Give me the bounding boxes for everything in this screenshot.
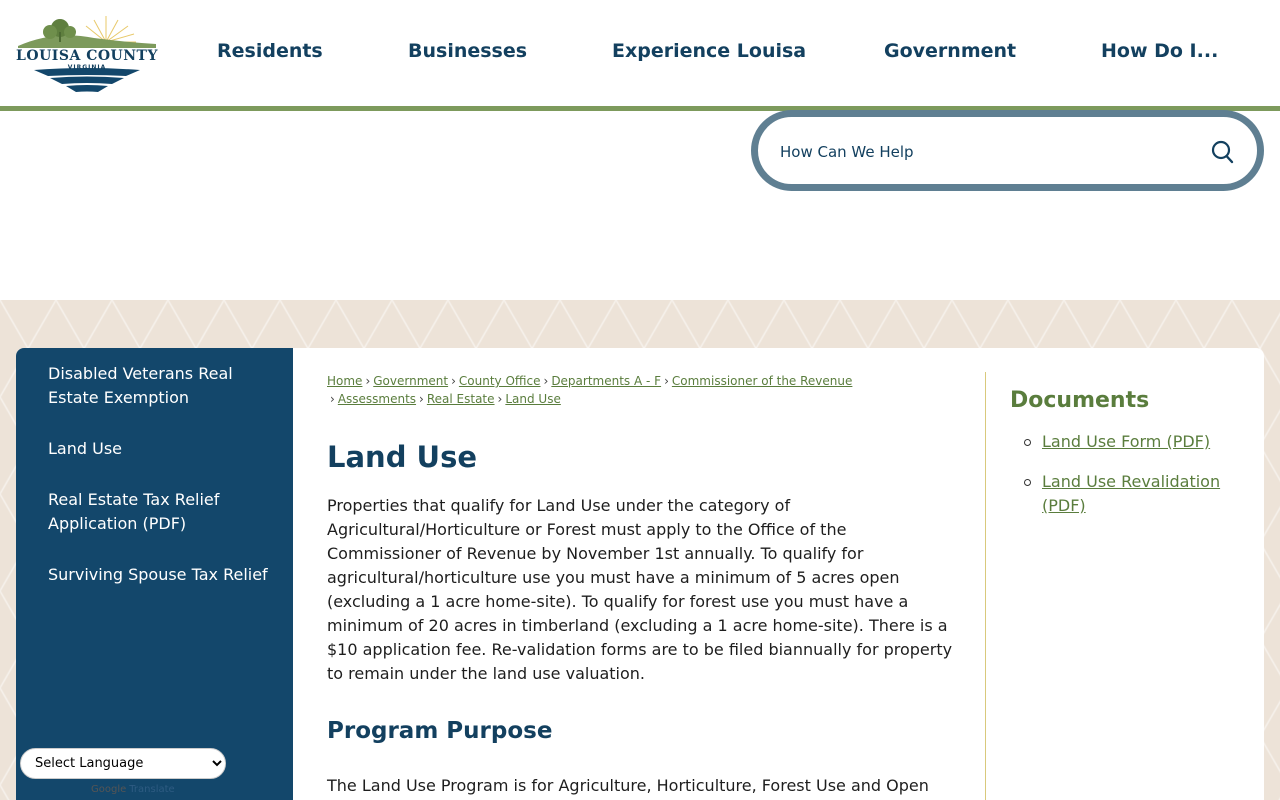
land-use-form-link[interactable]: Land Use Form (PDF) (1042, 432, 1210, 451)
page-title: Land Use (327, 440, 478, 474)
google-label: Google (91, 784, 127, 795)
breadcrumb-county-office[interactable]: County Office (459, 374, 541, 388)
intro-paragraph: Properties that qualify for Land Use und… (327, 496, 953, 683)
breadcrumb: Home › Government › County Office › Department… (327, 372, 947, 390)
breadcrumb-separator: › (497, 392, 503, 406)
nav-experience-louisa[interactable]: Experience Louisa (612, 40, 806, 66)
site-header: LOUISA COUNTY VIRGINIA Residents Busines… (0, 0, 1280, 106)
breadcrumb-separator: › (664, 374, 669, 388)
breadcrumb-separator: › (419, 392, 424, 406)
section-title: Program Purpose (327, 718, 553, 744)
content-card: Disabled Veterans Real Estate Exemption … (16, 348, 1264, 800)
breadcrumb-land-use[interactable]: Land Use (505, 392, 561, 406)
section-paragraph: The Land Use Program is for Agriculture,… (327, 776, 929, 795)
nav-how-do-i[interactable]: How Do I... (1101, 40, 1218, 66)
breadcrumb-separator: › (543, 374, 549, 388)
breadcrumb-real-estate[interactable]: Real Estate (427, 392, 495, 406)
bullet-icon (1024, 479, 1031, 486)
nav-residents[interactable]: Residents (217, 40, 323, 66)
sidebar-item-surviving-spouse[interactable]: Surviving Spouse Tax Relief (48, 563, 268, 587)
breadcrumb-line-2: › Assessments › Real Estate › Land Use (327, 390, 947, 408)
breadcrumb-assessments[interactable]: Assessments (338, 392, 416, 406)
logo-name: LOUISA COUNTY (16, 48, 158, 64)
column-divider (985, 372, 986, 800)
sidebar-item-tax-relief-application[interactable]: Real Estate Tax Relief Application (PDF) (48, 488, 268, 536)
county-logo[interactable]: LOUISA COUNTY VIRGINIA (14, 12, 160, 100)
bullet-icon (1024, 439, 1031, 446)
sidebar-item-disabled-veterans[interactable]: Disabled Veterans Real Estate Exemption (48, 362, 268, 410)
breadcrumb-departments[interactable]: Departments A - F (551, 374, 661, 388)
sidebar-item-land-use[interactable]: Land Use (48, 437, 268, 461)
language-select[interactable]: Select Language (20, 748, 226, 779)
nav-government[interactable]: Government (884, 40, 1016, 66)
sidebar: Disabled Veterans Real Estate Exemption … (16, 348, 293, 800)
breadcrumb-separator: › (330, 392, 335, 406)
translate-link[interactable]: Translate (129, 784, 174, 795)
logo-state: VIRGINIA (67, 64, 107, 71)
breadcrumb-separator: › (451, 374, 456, 388)
search-box (751, 110, 1264, 191)
document-item: Land Use Form (PDF) (1024, 430, 1232, 454)
breadcrumb-home[interactable]: Home (327, 374, 362, 388)
document-item: Land Use Revalidation (PDF) (1024, 470, 1232, 518)
search-icon (1211, 140, 1234, 164)
documents-title: Documents (1010, 388, 1150, 413)
search-input[interactable] (780, 141, 1180, 163)
breadcrumb-separator: › (365, 374, 371, 388)
land-use-revalidation-link[interactable]: Land Use Revalidation (PDF) (1042, 472, 1220, 515)
search-button[interactable] (1208, 138, 1236, 166)
nav-businesses[interactable]: Businesses (408, 40, 527, 66)
breadcrumb-commissioner[interactable]: Commissioner of the Revenue (672, 374, 853, 388)
breadcrumb-government[interactable]: Government (373, 374, 448, 388)
google-translate-credit: Google Translate (91, 784, 175, 795)
